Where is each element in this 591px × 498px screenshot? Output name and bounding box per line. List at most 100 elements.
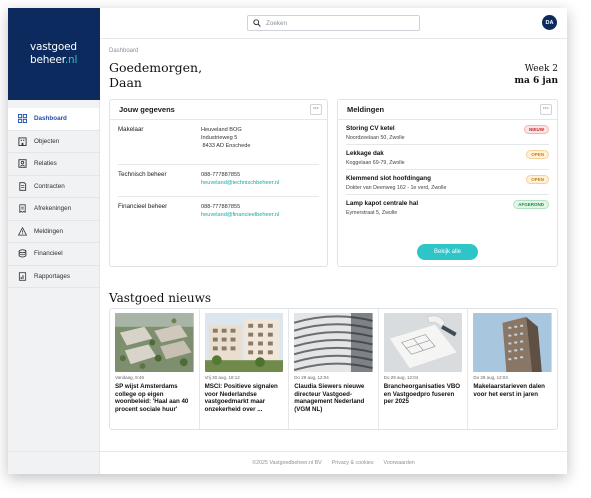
grid-icon — [18, 114, 27, 124]
contact-email-link[interactable]: heuveland@financieelbeheer.nl — [201, 211, 319, 219]
news-image-blueprints — [383, 313, 463, 372]
melding-title: Lamp kapot centrale hal — [346, 200, 419, 207]
search-icon — [253, 19, 261, 27]
status-badge: OPEN — [526, 150, 549, 159]
contact-row-financieel: Financieel beheer 088-777887855 heuvelan… — [118, 197, 319, 229]
news-card[interactable]: Do 29 aug, 12:04 Claudia Siewers nieuwe … — [289, 309, 379, 429]
news-section-title: Vastgoed nieuws — [109, 291, 212, 305]
week-label: Week 2 — [524, 64, 558, 74]
news-date: Do 29 aug, 12:04 — [383, 375, 419, 380]
news-headline: Claudia Siewers nieuwe directeur Vastgoe… — [294, 383, 365, 413]
card-header: Jouw gegevens ··· — [110, 100, 327, 120]
sidebar-item-label: Objecten — [34, 137, 60, 145]
date-label: ma 6 jan — [514, 76, 558, 86]
melding-address: Noordzeelaan 50, Zwolle — [346, 135, 405, 141]
melding-title: Lekkage dak — [346, 150, 384, 157]
news-image-tower — [473, 313, 552, 372]
contact-value: 088-777887855 heuveland@technischbeheer.… — [201, 165, 319, 193]
news-date: Do 29 aug, 12:04 — [473, 375, 508, 380]
app-window: vastgoed beheer.nl Dashboard Objecten Re… — [8, 8, 567, 474]
report-icon — [18, 272, 27, 281]
view-all-button[interactable]: Bekijk alle — [417, 244, 478, 260]
sidebar-item-objecten[interactable]: Objecten — [8, 131, 99, 153]
logo-line1: vastgoed — [30, 41, 77, 53]
news-headline: Makelaarstarieven dalen voor het eerst i… — [473, 383, 545, 398]
news-image-aerial — [115, 313, 194, 372]
status-badge: OPEN — [526, 175, 549, 184]
search-box[interactable] — [247, 15, 420, 31]
sidebar-item-label: Dashboard — [34, 115, 67, 123]
sidebar-item-financieel[interactable]: Financieel — [8, 243, 99, 266]
news-image-curved-facade — [294, 313, 373, 372]
card-header: Meldingen ··· — [338, 100, 557, 120]
sidebar-item-label: Contracten — [34, 182, 65, 190]
contact-value: 088-777887855 heuveland@financieelbeheer… — [201, 197, 319, 225]
footer: ©2025 Vastgoedbeheer.nl BV Privacy & coo… — [8, 451, 567, 474]
contact-label: Technisch beheer — [118, 171, 167, 178]
receipt-icon — [18, 204, 27, 214]
contact-row-technisch: Technisch beheer 088-777887855 heuveland… — [118, 165, 319, 197]
sidebar-item-dashboard[interactable]: Dashboard — [8, 108, 99, 131]
news-date: Do 29 aug, 12:04 — [294, 375, 329, 380]
melding-item[interactable]: Lekkage dak Koggelaan 69-79, Zwolle OPEN — [346, 145, 549, 170]
footer-privacy-link[interactable]: Privacy & cookies — [332, 460, 374, 466]
news-card[interactable]: Do 29 aug, 12:04 Brancheorganisaties VBO… — [379, 309, 469, 429]
melding-item[interactable]: Storing CV ketel Noordzeelaan 50, Zwolle… — [346, 120, 549, 145]
sidebar: vastgoed beheer.nl Dashboard Objecten Re… — [8, 8, 100, 474]
melding-item[interactable]: Lamp kapot centrale hal Eymerstraat 5, Z… — [346, 195, 549, 220]
sidebar-item-label: Financieel — [34, 250, 63, 258]
sidebar-item-meldingen[interactable]: Meldingen — [8, 221, 99, 243]
contact-value: Heuveland BOG Industrieweg 5 8433 AD Ens… — [201, 120, 319, 156]
logo[interactable]: vastgoed beheer.nl — [8, 8, 100, 100]
melding-item[interactable]: Klemmend slot hoofdingang Dokter van Dee… — [346, 170, 549, 195]
news-card[interactable]: Vrij 30 aug, 18:12 MSCI: Positieve signa… — [200, 309, 290, 429]
more-button[interactable]: ··· — [310, 104, 322, 115]
melding-title: Klemmend slot hoofdingang — [346, 175, 432, 182]
contact-label: Makelaar — [118, 126, 144, 133]
gegevens-card: Jouw gegevens ··· Makelaar Heuveland BOG… — [109, 99, 328, 267]
sidebar-item-rapportages[interactable]: Rapportages — [8, 266, 99, 288]
footer-copyright: ©2025 Vastgoedbeheer.nl BV — [252, 460, 322, 466]
melding-title: Storing CV ketel — [346, 125, 395, 132]
footer-terms-link[interactable]: Voorwaarden — [384, 460, 415, 466]
contact-label: Financieel beheer — [118, 203, 168, 210]
contact-phone[interactable]: 088-777887855 — [201, 203, 319, 211]
contact-line: Heuveland BOG — [201, 127, 242, 133]
warning-icon — [18, 226, 27, 236]
melding-address: Dokter van Deenweg 162 - 1e verd, Zwolle — [346, 185, 447, 191]
avatar[interactable]: DA — [542, 15, 557, 30]
news-card[interactable]: Do 29 aug, 12:04 Makelaarstarieven dalen… — [468, 309, 557, 429]
sidebar-item-label: Meldingen — [34, 227, 64, 235]
status-badge: AFGEROND — [513, 200, 549, 209]
sidebar-item-label: Afrekeningen — [34, 205, 72, 213]
card-title: Jouw gegevens — [119, 105, 175, 114]
logo-main: beheer — [30, 54, 65, 66]
news-headline: SP wijst Amsterdams college op eigen woo… — [115, 383, 189, 413]
search-input[interactable] — [266, 19, 406, 27]
contact-line: 8433 AD Enschede — [201, 143, 251, 149]
news-card[interactable]: Vandaag, 9:46 SP wijst Amsterdams colleg… — [110, 309, 200, 429]
logo-line2: beheer.nl — [30, 54, 100, 67]
sidebar-item-relaties[interactable]: Relaties — [8, 153, 99, 176]
sidebar-item-label: Rapportages — [34, 272, 71, 280]
sidebar-item-contracten[interactable]: Contracten — [8, 176, 99, 198]
coins-icon — [18, 249, 27, 258]
page-title: Goedemorgen, Daan — [109, 60, 203, 90]
contract-icon — [18, 182, 27, 191]
melding-address: Koggelaan 69-79, Zwolle — [346, 160, 405, 166]
building-icon — [18, 137, 27, 146]
logo-accent: .nl — [64, 54, 78, 66]
news-headline: Brancheorganisaties VBO en Vastgoedpro f… — [383, 383, 461, 406]
news-image-apartments — [204, 313, 284, 372]
contact-row-makelaar: Makelaar Heuveland BOG Industrieweg 5 84… — [118, 120, 319, 165]
more-button[interactable]: ··· — [540, 104, 552, 115]
card-title: Meldingen — [347, 105, 385, 114]
news-date: Vrij 30 aug, 18:12 — [204, 375, 240, 380]
news-grid: Vandaag, 9:46 SP wijst Amsterdams colleg… — [109, 308, 558, 430]
contact-phone[interactable]: 088-777887855 — [201, 171, 319, 179]
breadcrumb[interactable]: Dashboard — [109, 48, 138, 54]
sidebar-item-afrekeningen[interactable]: Afrekeningen — [8, 198, 99, 221]
contact-line: Industrieweg 5 — [201, 135, 238, 141]
sidebar-item-label: Relaties — [34, 160, 57, 168]
contact-email-link[interactable]: heuveland@technischbeheer.nl — [201, 179, 319, 187]
